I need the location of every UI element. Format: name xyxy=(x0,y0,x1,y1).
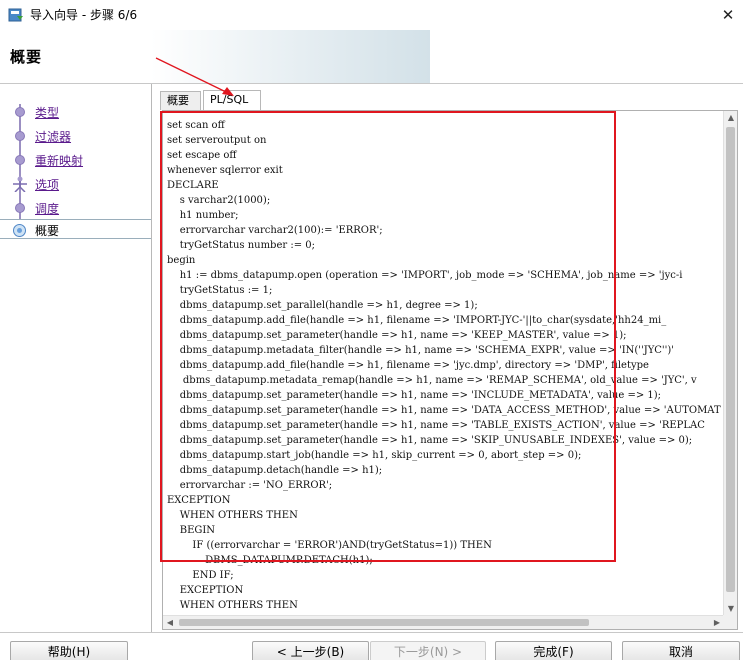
code-line: WHEN OTHERS THEN xyxy=(167,510,298,521)
code-content: set scan off set serveroutput on set escap… xyxy=(167,118,721,613)
back-button[interactable]: < 上一步(B) xyxy=(252,641,369,660)
step-label[interactable]: 调度 xyxy=(35,200,59,217)
code-line: whenever sqlerror exit xyxy=(167,165,283,176)
code-line: dbms_datapump.set_parameter(handle => h1… xyxy=(167,390,662,401)
code-line: s varchar2(1000); xyxy=(167,195,271,206)
vertical-scrollbar[interactable]: ▲ ▼ xyxy=(723,111,737,616)
import-wizard-icon xyxy=(8,8,23,22)
code-line: dbms_datapump.set_parameter(handle => h1… xyxy=(167,330,627,341)
step-node-icon xyxy=(15,203,25,213)
code-line: errorvarchar varchar2(100):= 'ERROR'; xyxy=(167,225,383,236)
code-line: WHEN OTHERS THEN xyxy=(167,600,298,611)
step-schedule[interactable]: 调度 xyxy=(0,198,150,218)
code-line: dbms_datapump.metadata_filter(handle => … xyxy=(167,345,675,356)
cancel-button[interactable]: 取消 xyxy=(622,641,740,660)
code-line: EXCEPTION xyxy=(167,495,231,506)
code-line: tryGetStatus := 1; xyxy=(167,285,273,296)
code-line: DBMS_DATAPUMP.DETACH(h1); xyxy=(167,555,373,566)
code-line: dbms_datapump.set_parameter(handle => h1… xyxy=(167,405,721,416)
code-line: set scan off xyxy=(167,120,225,131)
scrollbar-corner xyxy=(723,615,737,629)
code-line: h1 number; xyxy=(167,210,239,221)
code-line: BEGIN xyxy=(167,525,216,536)
code-line: EXCEPTION xyxy=(167,585,244,596)
code-line: END IF; xyxy=(167,570,234,581)
step-node-icon xyxy=(15,155,25,165)
header-banner xyxy=(0,30,430,83)
help-button[interactable]: 帮助(H) xyxy=(10,641,128,660)
code-line: errorvarchar := 'NO_ERROR'; xyxy=(167,480,333,491)
code-line: dbms_datapump.metadata_remap(handle => h… xyxy=(167,375,697,386)
plsql-code-viewer[interactable]: set scan off set serveroutput on set escap… xyxy=(162,110,738,630)
step-options[interactable]: 选项 xyxy=(0,174,150,194)
step-label[interactable]: 重新映射 xyxy=(35,152,83,169)
current-step-icon xyxy=(13,224,26,237)
code-line: dbms_datapump.add_file(handle => h1, fil… xyxy=(167,360,649,371)
title-bar: 导入向导 - 步骤 6/6 ✕ xyxy=(0,0,743,30)
page-title: 概要 xyxy=(10,48,43,66)
code-line: dbms_datapump.detach(handle => h1); xyxy=(167,465,383,476)
horizontal-scrollbar[interactable]: ◀ ▶ xyxy=(163,615,724,629)
step-remap[interactable]: 重新映射 xyxy=(0,150,150,170)
code-line: dbms_datapump.set_parameter(handle => h1… xyxy=(167,435,693,446)
code-line: dbms_datapump.set_parameter(handle => h1… xyxy=(167,420,705,431)
close-icon: ✕ xyxy=(721,6,735,24)
code-line: DECLARE xyxy=(167,180,219,191)
step-label: 概要 xyxy=(35,224,60,238)
code-line: dbms_datapump.set_parallel(handle => h1,… xyxy=(167,300,478,311)
next-button[interactable]: 下一步(N) > xyxy=(370,641,486,660)
window-title: 导入向导 - 步骤 6/6 xyxy=(30,8,138,22)
step-figure-icon xyxy=(13,176,27,192)
code-line: dbms_datapump.start_job(handle => h1, sk… xyxy=(167,450,582,461)
code-line: h1 := dbms_datapump.open (operation => '… xyxy=(167,270,683,281)
code-line: dbms_datapump.add_file(handle => h1, fil… xyxy=(167,315,667,326)
step-summary[interactable]: 概要 xyxy=(0,219,151,239)
code-line: set serveroutput on xyxy=(167,135,267,146)
tab-summary[interactable]: 概要 xyxy=(160,91,201,110)
step-type[interactable]: 类型 xyxy=(0,102,150,122)
step-label[interactable]: 类型 xyxy=(35,104,59,121)
code-line: IF ((errorvarchar = 'ERROR')AND(tryGetSt… xyxy=(167,540,492,551)
step-filter[interactable]: 过滤器 xyxy=(0,126,150,146)
scroll-left-icon[interactable]: ◀ xyxy=(163,616,177,629)
code-line: tryGetStatus number := 0; xyxy=(167,240,315,251)
scroll-right-icon[interactable]: ▶ xyxy=(710,616,724,629)
tab-plsql[interactable]: PL/SQL xyxy=(203,90,261,110)
finish-button[interactable]: 完成(F) xyxy=(495,641,612,660)
step-label[interactable]: 选项 xyxy=(35,176,59,193)
step-node-icon xyxy=(15,107,25,117)
close-button[interactable]: ✕ xyxy=(713,0,743,30)
step-label[interactable]: 过滤器 xyxy=(35,128,71,145)
scroll-up-icon[interactable]: ▲ xyxy=(724,111,737,125)
vertical-scroll-thumb[interactable] xyxy=(726,127,735,592)
scroll-down-icon[interactable]: ▼ xyxy=(724,602,737,616)
horizontal-scroll-thumb[interactable] xyxy=(179,619,589,626)
code-line: begin xyxy=(167,255,196,266)
code-line: set escape off xyxy=(167,150,237,161)
step-node-icon xyxy=(15,131,25,141)
